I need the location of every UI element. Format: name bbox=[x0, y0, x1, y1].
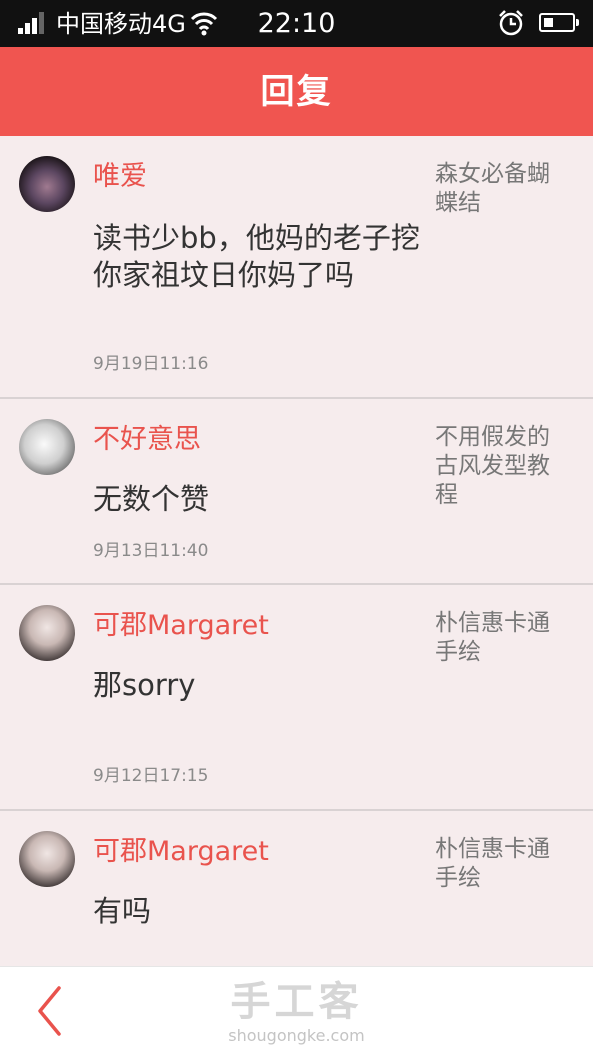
username-label[interactable]: 可郡Margaret bbox=[93, 609, 269, 643]
bottom-bar: 手工客 shougongke.com bbox=[0, 966, 593, 1055]
username-label[interactable]: 不好意思 bbox=[93, 423, 201, 457]
topic-label[interactable]: 朴信惠卡通手绘 bbox=[435, 609, 565, 667]
watermark-url: shougongke.com bbox=[228, 1026, 365, 1045]
battery-icon bbox=[539, 13, 579, 32]
avatar[interactable] bbox=[19, 605, 75, 661]
reply-content: 有吗 bbox=[93, 894, 152, 928]
reply-item[interactable]: 不好意思 无数个赞 9月13日11:40 不用假发的古风发型教程 bbox=[0, 399, 593, 585]
username-label[interactable]: 可郡Margaret bbox=[93, 835, 269, 869]
reply-item[interactable]: 唯爱 读书少bb，他妈的老子挖你家祖坟日你妈了吗 9月19日11:16 森女必备… bbox=[0, 136, 593, 399]
topic-label[interactable]: 不用假发的古风发型教程 bbox=[435, 423, 565, 510]
reply-time: 9月19日11:16 bbox=[93, 354, 209, 374]
topic-label[interactable]: 森女必备蝴蝶结 bbox=[435, 160, 565, 218]
status-bar: 中国移动4G 22:10 bbox=[0, 0, 593, 47]
alarm-icon bbox=[499, 10, 523, 36]
username-label[interactable]: 唯爱 bbox=[93, 160, 147, 194]
reply-item[interactable]: 可郡Margaret 有吗 朴信惠卡通手绘 bbox=[0, 811, 593, 966]
reply-time: 9月12日17:15 bbox=[93, 766, 209, 786]
watermark-logo: 手工客 bbox=[230, 979, 363, 1025]
header-bar: 回复 bbox=[0, 47, 593, 136]
reply-content: 读书少bb，他妈的老子挖你家祖坟日你妈了吗 bbox=[93, 221, 420, 292]
reply-list[interactable]: 唯爱 读书少bb，他妈的老子挖你家祖坟日你妈了吗 9月19日11:16 森女必备… bbox=[0, 136, 593, 966]
reply-content: 无数个赞 bbox=[93, 482, 210, 516]
avatar[interactable] bbox=[19, 419, 75, 475]
reply-content: 那sorry bbox=[93, 668, 196, 702]
topic-label[interactable]: 朴信惠卡通手绘 bbox=[435, 835, 565, 893]
avatar[interactable] bbox=[19, 156, 75, 212]
avatar[interactable] bbox=[19, 831, 75, 887]
page-title: 回复 bbox=[260, 72, 333, 112]
reply-time: 9月13日11:40 bbox=[93, 541, 209, 561]
reply-item[interactable]: 可郡Margaret 那sorry 9月12日17:15 朴信惠卡通手绘 bbox=[0, 585, 593, 811]
